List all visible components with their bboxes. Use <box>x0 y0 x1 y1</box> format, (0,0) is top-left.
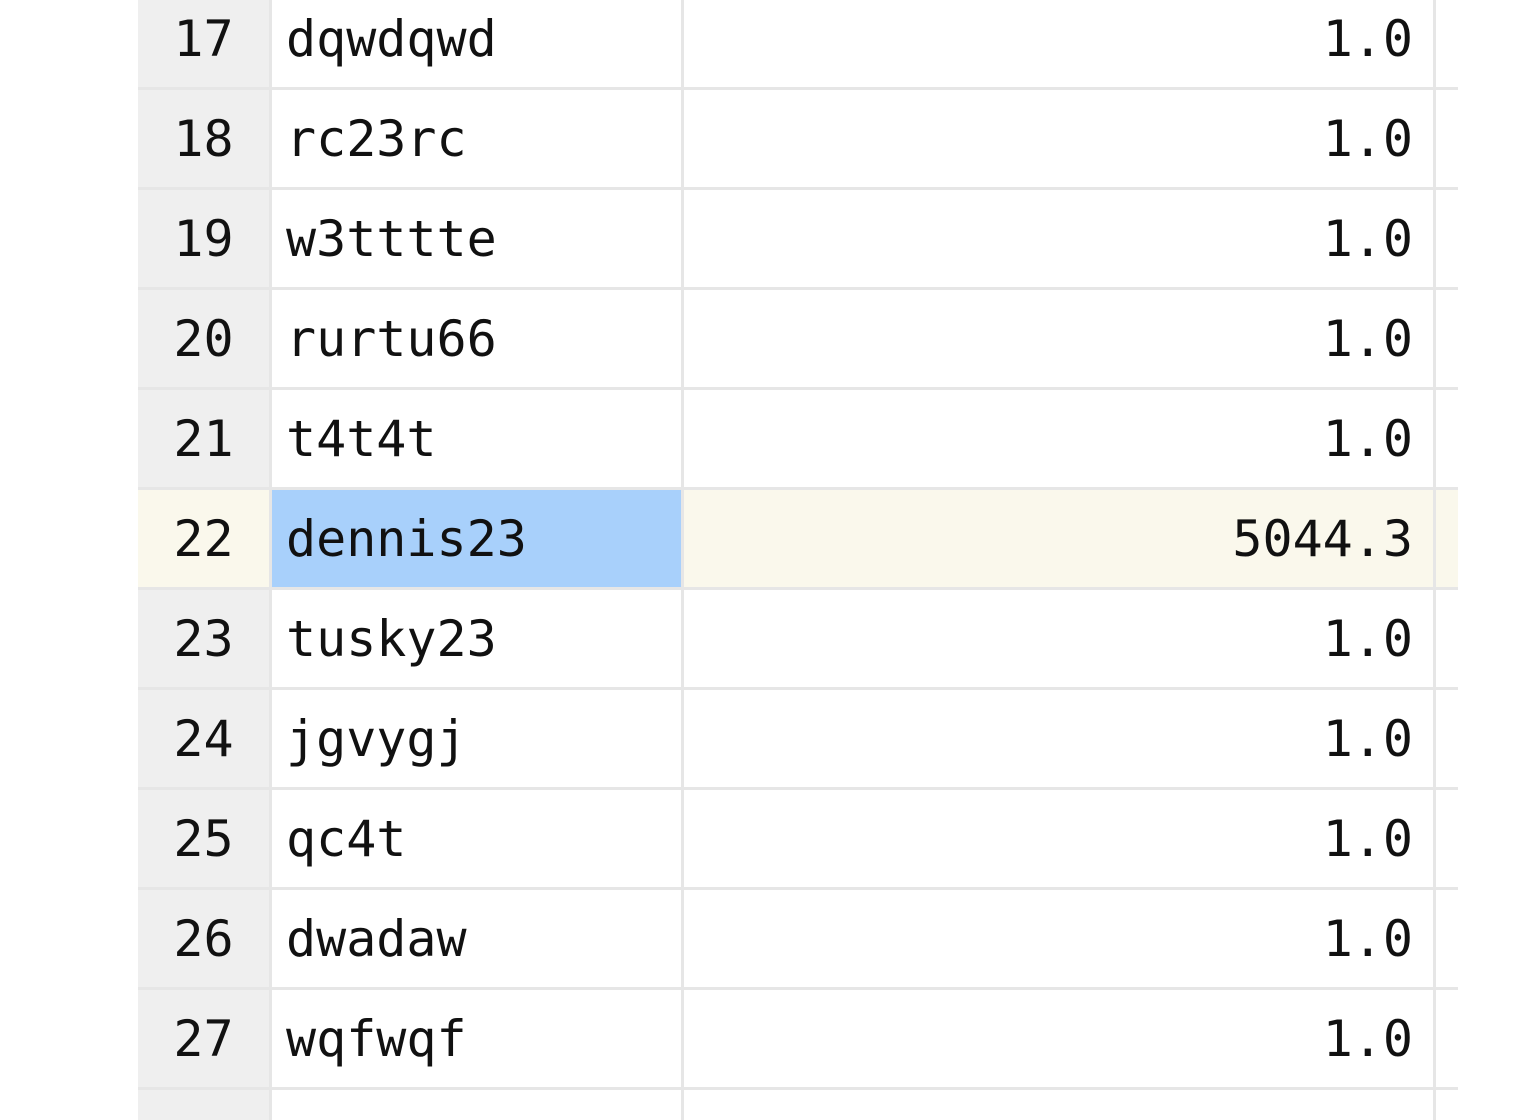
value-cell[interactable]: 1.0 <box>684 290 1436 387</box>
name-cell-selected[interactable]: dennis23 <box>272 490 684 587</box>
table-row[interactable]: 27 wqfwqf 1.0 <box>138 990 1458 1090</box>
next-cell[interactable] <box>1436 490 1458 587</box>
next-cell[interactable] <box>1436 790 1458 887</box>
row-number[interactable]: 22 <box>138 490 272 587</box>
table-row-partial[interactable] <box>138 1090 1458 1120</box>
table-row[interactable]: 20 rurtu66 1.0 <box>138 290 1458 390</box>
name-cell[interactable]: rc23rc <box>272 90 684 187</box>
next-cell[interactable] <box>1436 690 1458 787</box>
row-number[interactable]: 27 <box>138 990 272 1087</box>
next-cell[interactable] <box>1436 390 1458 487</box>
table-row[interactable]: 21 t4t4t 1.0 <box>138 390 1458 490</box>
name-cell[interactable]: rurtu66 <box>272 290 684 387</box>
value-cell[interactable]: 1.0 <box>684 790 1436 887</box>
next-cell[interactable] <box>1436 990 1458 1087</box>
row-number[interactable]: 20 <box>138 290 272 387</box>
next-cell[interactable] <box>1436 590 1458 687</box>
name-cell[interactable]: tusky23 <box>272 590 684 687</box>
next-cell[interactable] <box>1436 290 1458 387</box>
table-row[interactable]: 25 qc4t 1.0 <box>138 790 1458 890</box>
row-number[interactable]: 19 <box>138 190 272 287</box>
row-number[interactable]: 25 <box>138 790 272 887</box>
value-cell[interactable]: 1.0 <box>684 90 1436 187</box>
value-cell[interactable]: 1.0 <box>684 0 1436 87</box>
name-cell[interactable]: w3tttte <box>272 190 684 287</box>
name-cell[interactable]: qc4t <box>272 790 684 887</box>
table-row[interactable]: 18 rc23rc 1.0 <box>138 90 1458 190</box>
row-number[interactable] <box>138 1090 272 1120</box>
name-cell[interactable]: t4t4t <box>272 390 684 487</box>
next-cell[interactable] <box>1436 1090 1458 1120</box>
table-row[interactable]: 17 dqwdqwd 1.0 <box>138 0 1458 90</box>
row-number[interactable]: 17 <box>138 0 272 87</box>
name-cell[interactable]: jgvygj <box>272 690 684 787</box>
row-number[interactable]: 23 <box>138 590 272 687</box>
next-cell[interactable] <box>1436 890 1458 987</box>
name-cell[interactable]: dqwdqwd <box>272 0 684 87</box>
name-cell[interactable]: dwadaw <box>272 890 684 987</box>
table-row[interactable]: 24 jgvygj 1.0 <box>138 690 1458 790</box>
row-number[interactable]: 24 <box>138 690 272 787</box>
value-cell[interactable]: 1.0 <box>684 890 1436 987</box>
next-cell[interactable] <box>1436 0 1458 87</box>
table-row[interactable]: 26 dwadaw 1.0 <box>138 890 1458 990</box>
table-row-selected[interactable]: 22 dennis23 5044.3 <box>138 490 1458 590</box>
next-cell[interactable] <box>1436 90 1458 187</box>
value-cell[interactable]: 1.0 <box>684 990 1436 1087</box>
row-number[interactable]: 26 <box>138 890 272 987</box>
value-cell[interactable]: 1.0 <box>684 590 1436 687</box>
row-number[interactable]: 18 <box>138 90 272 187</box>
next-cell[interactable] <box>1436 190 1458 287</box>
name-cell[interactable] <box>272 1090 684 1120</box>
table-row[interactable]: 23 tusky23 1.0 <box>138 590 1458 690</box>
value-cell[interactable]: 1.0 <box>684 690 1436 787</box>
value-cell[interactable]: 5044.3 <box>684 490 1436 587</box>
value-cell[interactable]: 1.0 <box>684 190 1436 287</box>
value-cell[interactable]: 1.0 <box>684 390 1436 487</box>
name-cell[interactable]: wqfwqf <box>272 990 684 1087</box>
table-row[interactable]: 19 w3tttte 1.0 <box>138 190 1458 290</box>
data-grid[interactable]: 17 dqwdqwd 1.0 18 rc23rc 1.0 19 w3tttte … <box>138 0 1458 1120</box>
value-cell[interactable] <box>684 1090 1436 1120</box>
row-number[interactable]: 21 <box>138 390 272 487</box>
